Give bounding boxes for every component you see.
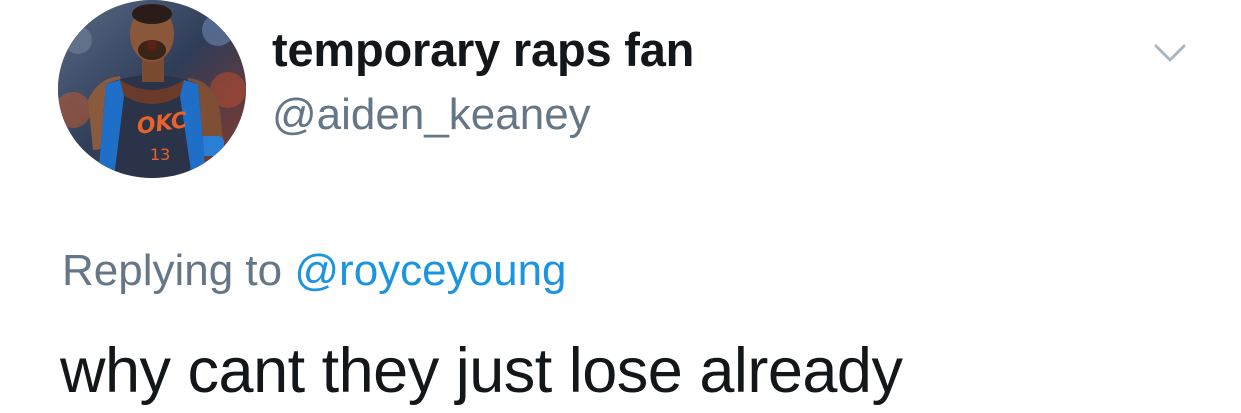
jersey-number: 13 bbox=[150, 145, 170, 164]
tweet-menu-button[interactable] bbox=[1150, 38, 1190, 68]
replying-to-label: Replying to bbox=[62, 246, 283, 295]
tweet-text: why cant they just lose already bbox=[60, 336, 903, 406]
display-name[interactable]: temporary raps fan bbox=[272, 22, 694, 78]
avatar[interactable]: OKC 13 bbox=[58, 0, 246, 178]
reply-mention-link[interactable]: @royceyoung bbox=[294, 246, 566, 295]
replying-to-line: Replying to @royceyoung bbox=[62, 244, 567, 298]
user-handle[interactable]: @aiden_keaney bbox=[272, 88, 591, 142]
tweet-card: OKC 13 temporary raps fan @aiden_keaney … bbox=[0, 0, 1241, 413]
chevron-down-icon bbox=[1154, 44, 1186, 62]
profile-photo-basketball-player: OKC 13 bbox=[58, 0, 246, 178]
